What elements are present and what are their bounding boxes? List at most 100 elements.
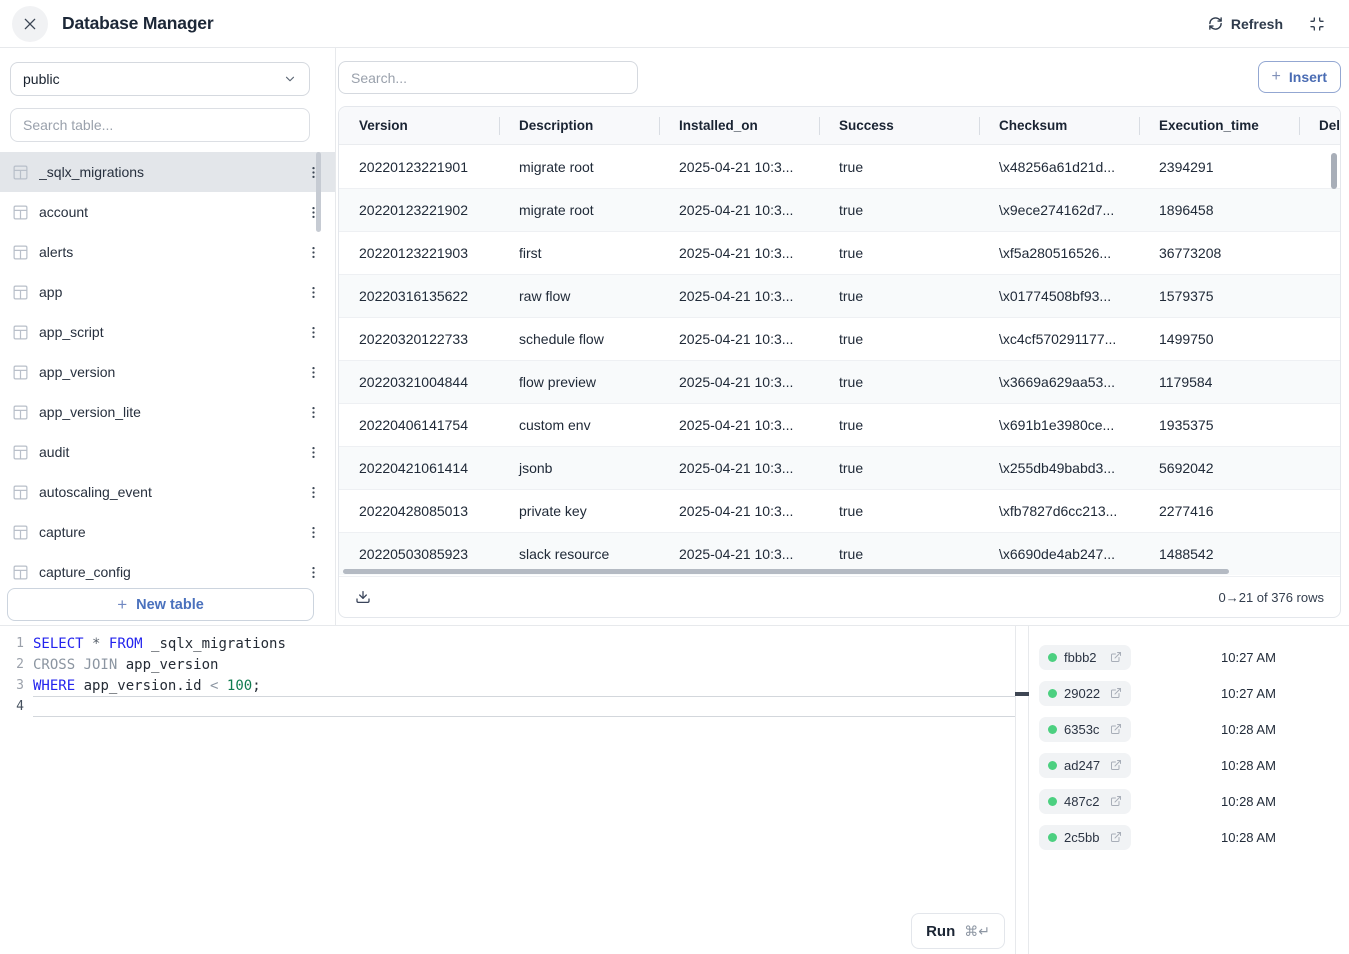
table-list-item[interactable]: audit [0,432,335,472]
table-vertical-scrollbar-thumb[interactable] [1331,153,1337,189]
resize-drag-handle[interactable] [1015,692,1029,696]
refresh-button[interactable]: Refresh [1208,16,1283,32]
table-cell[interactable]: true [819,232,979,274]
table-cell[interactable]: 2025-04-21 10:3... [659,490,819,532]
table-cell[interactable]: jsonb [499,447,659,489]
sidebar-scrollbar-thumb[interactable] [316,152,321,232]
editor-line[interactable]: 1 SELECT * FROM _sqlx_migrations [0,633,1015,654]
table-cell[interactable]: 2025-04-21 10:3... [659,318,819,360]
table-cell[interactable]: 1935375 [1139,404,1299,446]
table-cell[interactable]: true [819,361,979,403]
table-cell[interactable]: 1579375 [1139,275,1299,317]
external-link-icon[interactable] [1110,651,1122,663]
table-cell[interactable]: schedule flow [499,318,659,360]
table-item-menu-button[interactable] [302,403,325,422]
table-cell[interactable]: 20220428085013 [339,490,499,532]
column-header[interactable]: Checksum [979,107,1139,144]
table-cell[interactable]: 2394291 [1139,145,1299,188]
table-cell[interactable]: 20220406141754 [339,404,499,446]
table-cell[interactable]: 20220320122733 [339,318,499,360]
editor-line[interactable]: 3 WHERE app_version.id < 100; [0,675,1015,696]
table-cell[interactable]: true [819,447,979,489]
table-cell[interactable]: 20220321004844 [339,361,499,403]
row-search-input[interactable] [338,61,638,94]
table-cell[interactable]: first [499,232,659,274]
table-cell[interactable]: \x48256a61d21d... [979,145,1139,188]
table-cell[interactable]: 1499750 [1139,318,1299,360]
table-item-menu-button[interactable] [302,203,325,222]
external-link-icon[interactable] [1110,687,1122,699]
column-header[interactable]: Version [339,107,499,144]
table-cell[interactable]: true [819,275,979,317]
table-cell[interactable]: raw flow [499,275,659,317]
table-list-item[interactable]: account [0,192,335,232]
column-header[interactable]: Description [499,107,659,144]
table-list-item[interactable]: capture_config [0,552,335,585]
external-link-icon[interactable] [1110,723,1122,735]
table-cell[interactable] [1299,232,1340,274]
download-button[interactable] [355,589,371,605]
table-cell[interactable]: migrate root [499,145,659,188]
run-result-pill[interactable]: 487c2 [1039,789,1131,814]
table-cell[interactable]: migrate root [499,189,659,231]
table-cell[interactable]: \xc4cf570291177... [979,318,1139,360]
table-list-item[interactable]: app_version [0,352,335,392]
table-cell[interactable]: \xfb7827d6cc213... [979,490,1139,532]
table-cell[interactable] [1299,318,1340,360]
column-header[interactable]: Execution_time [1139,107,1299,144]
table-item-menu-button[interactable] [302,163,325,182]
new-table-button[interactable]: + New table [7,588,314,621]
table-cell[interactable]: true [819,145,979,188]
table-cell[interactable]: 2025-04-21 10:3... [659,232,819,274]
table-list-item[interactable]: alerts [0,232,335,272]
table-cell[interactable]: 20220316135622 [339,275,499,317]
column-header[interactable]: Installed_on [659,107,819,144]
run-button[interactable]: Run ⌘↵ [911,913,1005,949]
table-cell[interactable]: private key [499,490,659,532]
run-result-pill[interactable]: 6353c [1039,717,1131,742]
close-button[interactable] [12,6,48,42]
external-link-icon[interactable] [1110,795,1122,807]
table-item-menu-button[interactable] [302,363,325,382]
table-cell[interactable]: \x9ece274162d7... [979,189,1139,231]
table-cell[interactable]: 2025-04-21 10:3... [659,447,819,489]
table-cell[interactable]: true [819,318,979,360]
table-cell[interactable]: 2277416 [1139,490,1299,532]
schema-select[interactable]: public [10,62,310,96]
table-cell[interactable] [1299,533,1340,575]
table-list-item[interactable]: app_script [0,312,335,352]
table-cell[interactable]: 20220123221901 [339,145,499,188]
table-cell[interactable] [1299,447,1340,489]
table-cell[interactable]: 20220421061414 [339,447,499,489]
editor-line[interactable]: 2 CROSS JOIN app_version [0,654,1015,675]
editor-line[interactable]: 4 [0,696,1015,717]
table-cell[interactable] [1299,189,1340,231]
table-cell[interactable]: \x691b1e3980ce... [979,404,1139,446]
table-cell[interactable]: 1179584 [1139,361,1299,403]
table-cell[interactable]: flow preview [499,361,659,403]
table-cell[interactable]: true [819,490,979,532]
table-cell[interactable]: custom env [499,404,659,446]
run-result-pill[interactable]: 2c5bb [1039,825,1131,850]
table-cell[interactable] [1299,275,1340,317]
table-cell[interactable]: 5692042 [1139,447,1299,489]
table-cell[interactable]: 1896458 [1139,189,1299,231]
table-item-menu-button[interactable] [302,523,325,542]
table-item-menu-button[interactable] [302,563,325,582]
table-cell[interactable]: \x255db49babd3... [979,447,1139,489]
table-list-item[interactable]: app_version_lite [0,392,335,432]
table-search-input[interactable] [10,108,310,142]
sql-editor[interactable]: 1 SELECT * FROM _sqlx_migrations 2 CROSS… [0,626,1016,954]
table-cell[interactable]: 2025-04-21 10:3... [659,361,819,403]
table-list-item[interactable]: autoscaling_event [0,472,335,512]
table-cell[interactable]: 2025-04-21 10:3... [659,145,819,188]
table-cell[interactable] [1299,490,1340,532]
table-item-menu-button[interactable] [302,443,325,462]
table-cell[interactable]: 2025-04-21 10:3... [659,275,819,317]
table-item-menu-button[interactable] [302,243,325,262]
table-cell[interactable]: 2025-04-21 10:3... [659,189,819,231]
table-cell[interactable]: \x01774508bf93... [979,275,1139,317]
table-list-item[interactable]: _sqlx_migrations [0,152,335,192]
column-header[interactable]: Dele [1299,107,1340,144]
external-link-icon[interactable] [1110,831,1122,843]
